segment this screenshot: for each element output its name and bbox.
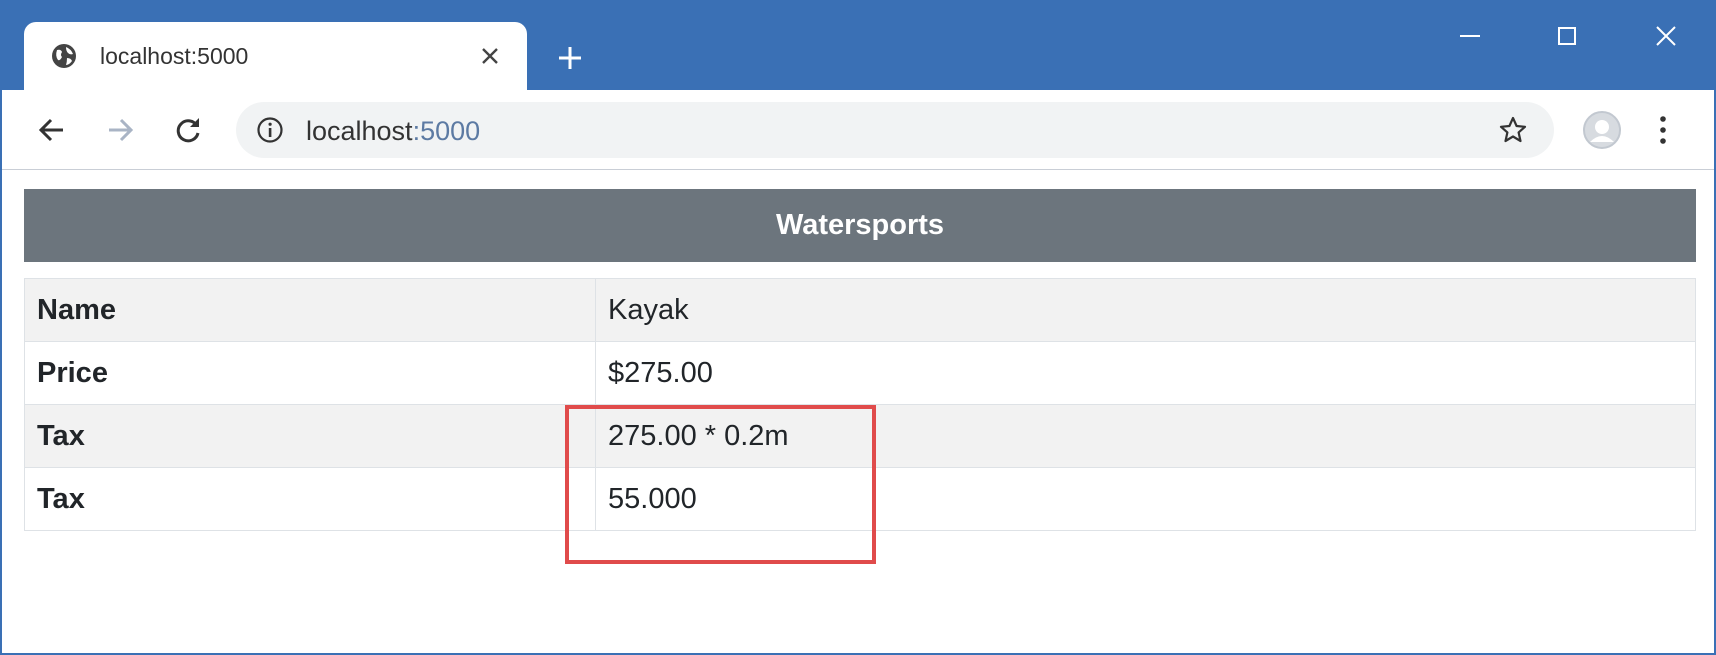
row-label: Price (24, 341, 596, 405)
address-bar[interactable]: localhost:5000 (236, 102, 1554, 158)
forward-arrow-icon[interactable] (104, 114, 136, 146)
product-details-table: Name Kayak Price $275.00 Tax 275.00 * 0.… (24, 278, 1696, 531)
url-host: localhost (306, 116, 413, 146)
browser-window: localhost:5000 localhost:5000 Watersport… (0, 0, 1716, 655)
browser-toolbar: localhost:5000 (2, 90, 1714, 170)
profile-avatar-icon[interactable] (1582, 110, 1622, 150)
table-row: Tax 275.00 * 0.2m (24, 404, 1696, 468)
table-row: Tax 55.000 (24, 467, 1696, 531)
window-close-icon[interactable] (1650, 20, 1682, 52)
close-tab-icon[interactable] (478, 44, 502, 68)
minimize-icon[interactable] (1454, 20, 1486, 52)
row-label: Tax (24, 404, 596, 468)
table-row: Price $275.00 (24, 341, 1696, 405)
url-port: :5000 (412, 116, 481, 146)
globe-icon (52, 44, 76, 68)
title-bar: localhost:5000 (2, 2, 1714, 90)
browser-tab[interactable]: localhost:5000 (24, 22, 527, 90)
row-value: Kayak (595, 278, 1696, 342)
row-value: 55.000 (595, 467, 1696, 531)
bookmark-star-icon[interactable] (1498, 115, 1528, 145)
more-options-icon[interactable] (1656, 112, 1670, 148)
info-icon[interactable] (256, 116, 284, 144)
new-tab-plus-icon[interactable] (556, 44, 584, 72)
maximize-icon[interactable] (1551, 20, 1583, 52)
page-content: Watersports Name Kayak Price $275.00 Tax… (2, 171, 1714, 653)
row-label: Tax (24, 467, 596, 531)
tab-title: localhost:5000 (100, 43, 249, 69)
reload-icon[interactable] (172, 114, 204, 146)
row-value: $275.00 (595, 341, 1696, 405)
back-arrow-icon[interactable] (36, 114, 68, 146)
url-text[interactable]: localhost:5000 (306, 116, 480, 146)
category-header: Watersports (24, 189, 1696, 262)
table-row: Name Kayak (24, 278, 1696, 342)
row-value: 275.00 * 0.2m (595, 404, 1696, 468)
row-label: Name (24, 278, 596, 342)
